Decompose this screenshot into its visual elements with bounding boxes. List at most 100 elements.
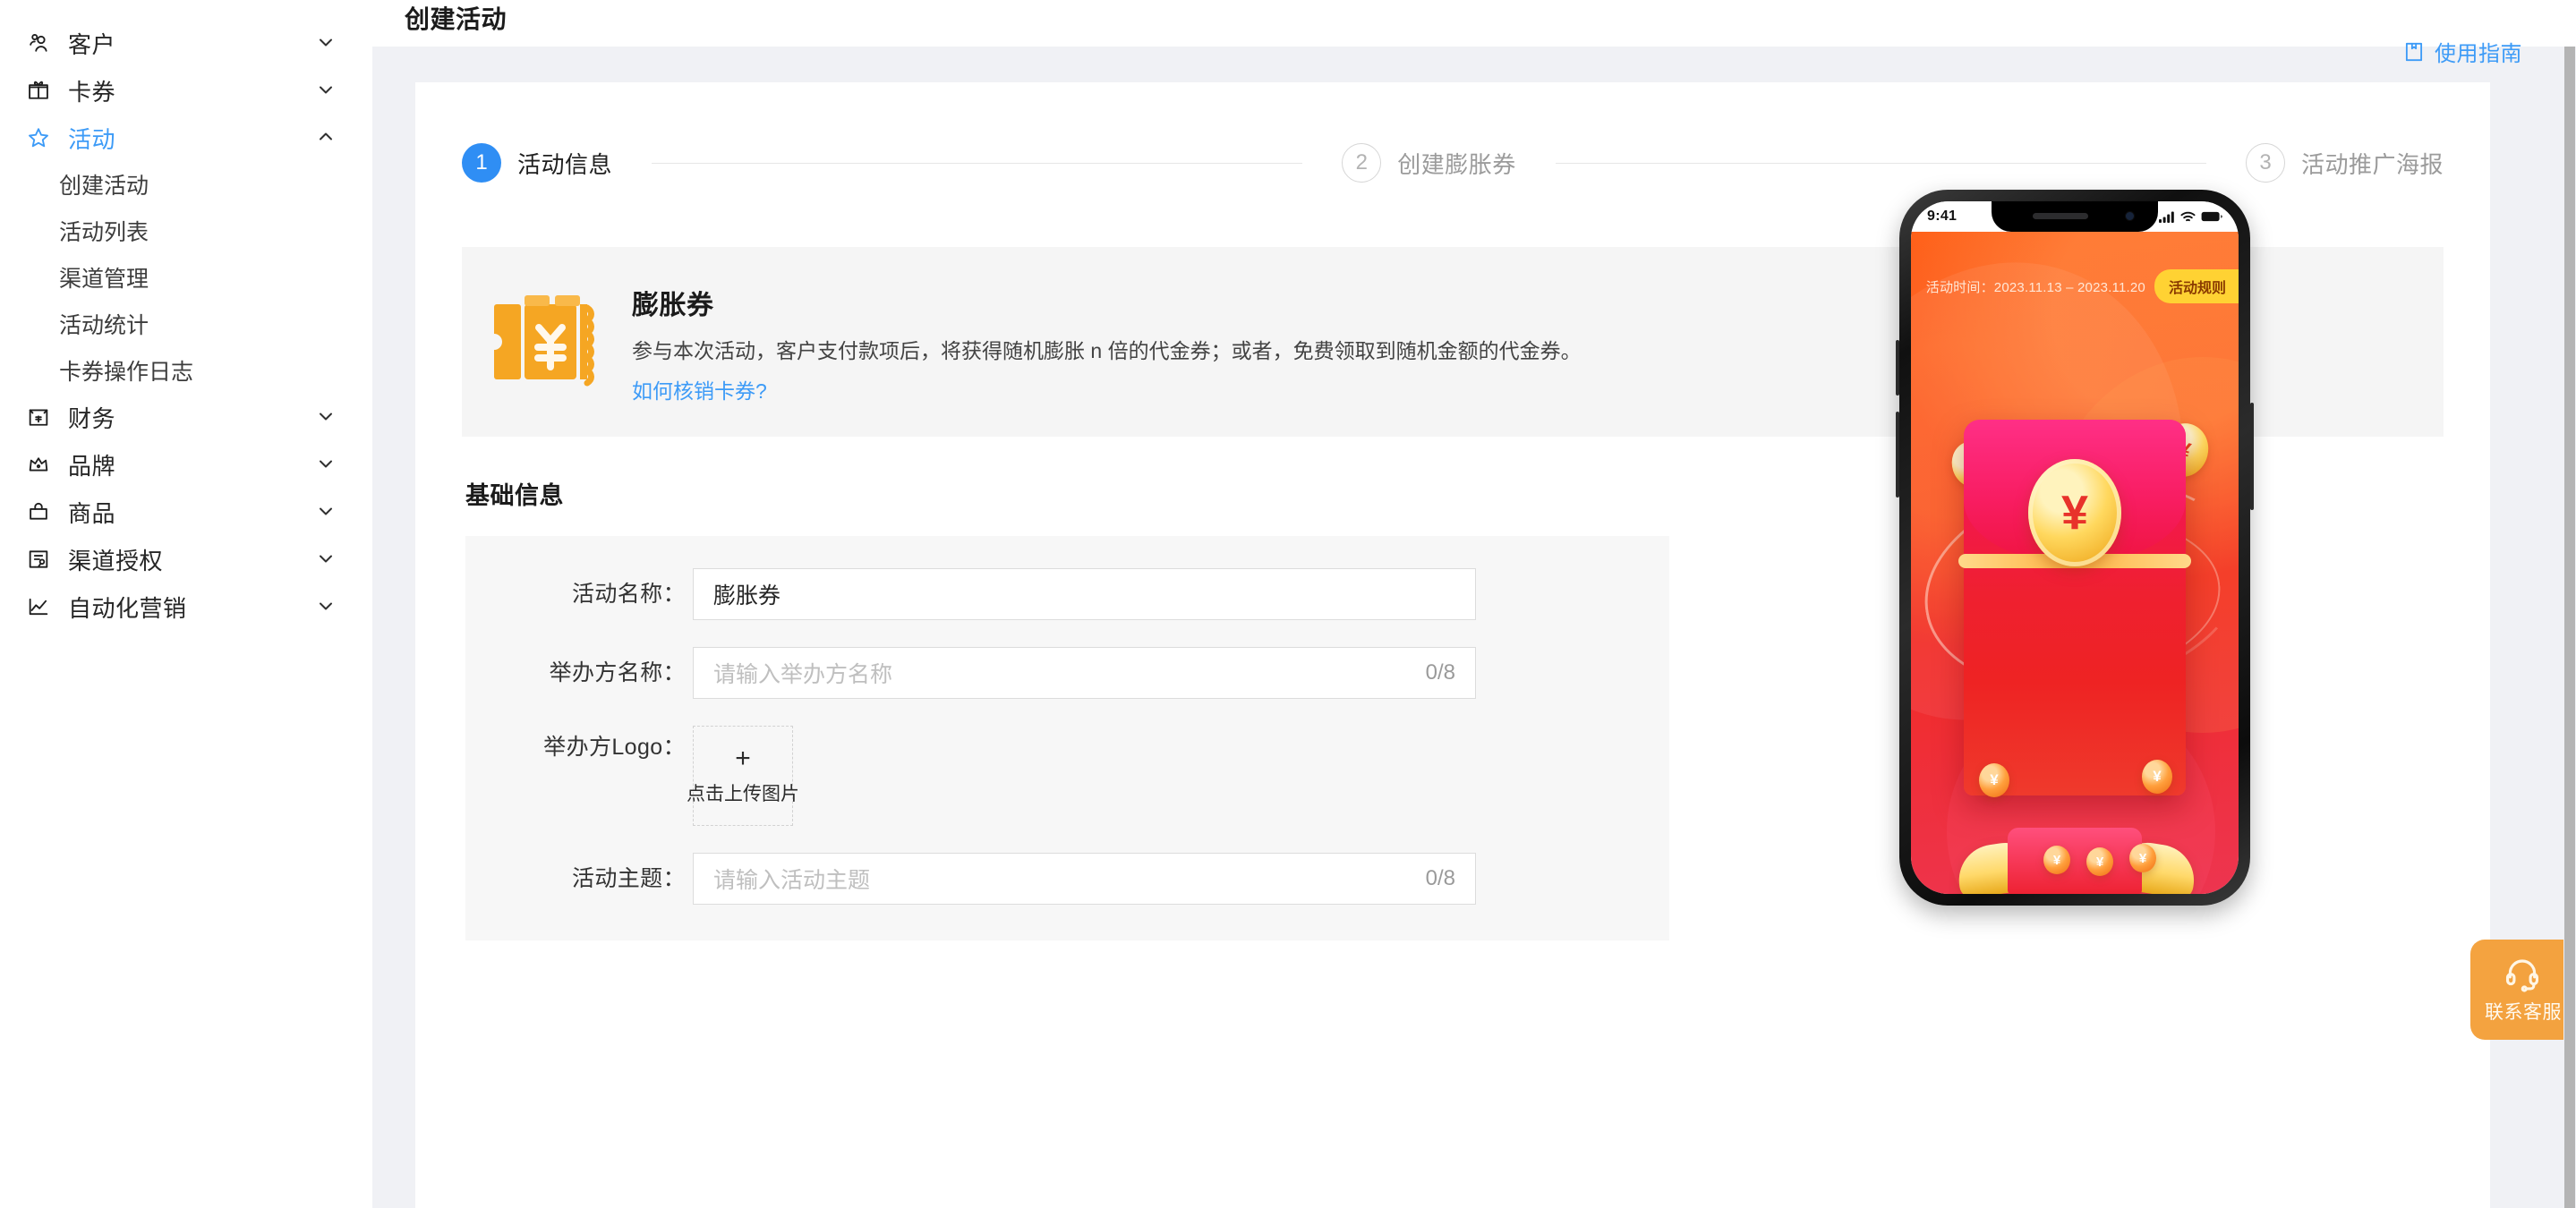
phone-preview: 9:41 活动时间：2023.11.13 – 2023.11.20 活动规则 ¥…	[1896, 190, 2275, 906]
chevron-down-icon[interactable]	[315, 500, 338, 523]
gift-icon	[25, 77, 52, 104]
chevron-down-icon[interactable]	[315, 453, 338, 476]
sidebar-item-coupons[interactable]: 卡券	[0, 67, 372, 114]
chevron-down-icon[interactable]	[315, 548, 338, 571]
coin-icon: ¥	[2129, 844, 2156, 872]
field-label: 活动主题：	[571, 866, 686, 891]
step-number: 2	[1342, 143, 1382, 183]
sidebar-subitem-activity-stats[interactable]: 活动统计	[0, 301, 372, 347]
field-control: 请输入活动主题 0/8	[693, 853, 1476, 905]
step-2-create-coupon[interactable]: 2 创建膨胀券	[1342, 143, 1516, 183]
gift-stack	[2008, 828, 2142, 894]
currency-symbol: ¥	[2060, 486, 2089, 540]
sidebar-item-label: 财务	[68, 404, 116, 432]
how-to-redeem-link[interactable]: 如何核销卡券?	[632, 374, 767, 404]
input-value: 膨胀券	[713, 583, 781, 608]
sidebar-subitem-create-activity[interactable]: 创建活动	[0, 161, 372, 208]
activity-subnav: 创建活动 活动列表 渠道管理 活动统计 卡券操作日志	[0, 161, 372, 394]
sidebar-item-label: 卡券	[68, 78, 116, 106]
phone-frame: 9:41 活动时间：2023.11.13 – 2023.11.20 活动规则 ¥…	[1896, 190, 2254, 906]
sidebar-item-label: 商品	[68, 499, 116, 527]
field-activity-theme: 活动主题： 请输入活动主题 0/8	[465, 853, 1669, 905]
field-control: 膨胀券	[693, 568, 1476, 620]
activity-period-row: 活动时间：2023.11.13 – 2023.11.20 活动规则	[1911, 269, 2239, 303]
usage-guide-link[interactable]: 使用指南	[2402, 36, 2522, 67]
book-icon	[2402, 39, 2426, 64]
step-indicator: 1 活动信息 2 创建膨胀券 3 活动推广海报	[415, 131, 2490, 195]
content-canvas: 1 活动信息 2 创建膨胀券 3 活动推广海报 膨胀券 参与本次活动，客户支付款…	[372, 47, 2576, 1208]
sidebar-item-products[interactable]: 商品	[0, 489, 372, 535]
field-label: 活动名称：	[571, 582, 686, 607]
organizer-name-input[interactable]: 请输入举办方名称 0/8	[693, 647, 1476, 699]
contact-support-button[interactable]: 联系客服	[2470, 940, 2576, 1040]
input-placeholder: 请输入活动主题	[713, 868, 871, 893]
banner-description: 参与本次活动，客户支付款项后，将获得随机膨胀 n 倍的代金券；或者，免费领取到随…	[632, 339, 1582, 362]
status-time: 9:41	[1927, 208, 1958, 224]
campaign-preview-screen: 活动时间：2023.11.13 – 2023.11.20 活动规则 ¥ ¥ ¥ …	[1911, 232, 2239, 894]
usage-guide-label: 使用指南	[2435, 42, 2522, 66]
scrollbar-top-cap	[2563, 0, 2576, 47]
char-counter: 0/8	[1425, 866, 1455, 890]
sidebar-subitem-coupon-logs[interactable]: 卡券操作日志	[0, 347, 372, 394]
contact-support-label: 联系客服	[2485, 1002, 2562, 1023]
step-number: 1	[462, 143, 501, 183]
sidebar-item-automation-marketing[interactable]: 自动化营销	[0, 583, 372, 630]
field-control: + 点击上传图片	[687, 726, 799, 826]
sidebar-subitem-channel-management[interactable]: 渠道管理	[0, 254, 372, 301]
field-organizer-name: 举办方名称： 请输入举办方名称 0/8	[465, 647, 1669, 699]
page-title: 创建活动	[405, 5, 508, 33]
phone-speaker	[2033, 213, 2088, 219]
sidebar-item-label: 活动	[68, 125, 116, 153]
input-placeholder: 请输入举办方名称	[713, 662, 893, 687]
sidebar-subitem-activity-list[interactable]: 活动列表	[0, 208, 372, 254]
step-label: 创建膨胀券	[1397, 150, 1516, 178]
sidebar-item-activity[interactable]: 活动	[0, 115, 372, 161]
logo-upload-button[interactable]: + 点击上传图片	[687, 726, 799, 826]
step-connector	[1555, 162, 2206, 164]
field-activity-name: 活动名称： 膨胀券	[465, 568, 1669, 620]
phone-notch	[1992, 201, 2158, 232]
create-activity-card: 1 活动信息 2 创建膨胀券 3 活动推广海报 膨胀券 参与本次活动，客户支付款…	[415, 82, 2490, 1208]
field-label: 举办方Logo：	[543, 735, 686, 760]
battery-icon	[2201, 211, 2222, 222]
sidebar-item-label: 渠道授权	[68, 547, 164, 574]
chevron-down-icon[interactable]	[315, 31, 338, 55]
activity-theme-input[interactable]: 请输入活动主题 0/8	[693, 853, 1476, 905]
signal-icon	[2159, 211, 2175, 223]
wallet-icon	[25, 404, 52, 430]
step-connector	[652, 162, 1303, 164]
vertical-scrollbar[interactable]	[2563, 47, 2576, 1208]
step-label: 活动推广海报	[2301, 150, 2444, 178]
step-1-activity-info[interactable]: 1 活动信息	[462, 143, 612, 183]
phone-screen: 9:41 活动时间：2023.11.13 – 2023.11.20 活动规则 ¥…	[1911, 201, 2239, 894]
sidebar: 客户 卡券 活动 创建活动 活动列表 渠道管理 活动统计 卡券操作日志 财务 品…	[0, 0, 372, 1208]
coin-icon: ¥	[2142, 760, 2172, 794]
sidebar-item-brand[interactable]: 品牌	[0, 441, 372, 488]
chevron-up-icon[interactable]	[315, 126, 338, 149]
upload-label: 点击上传图片	[687, 784, 799, 804]
field-organizer-logo: 举办方Logo： + 点击上传图片	[465, 726, 1669, 826]
basic-info-form: 活动名称： 膨胀券 举办方名称： 请输入举办方名称 0/8 举办方Logo： +…	[465, 536, 1669, 940]
sidebar-item-label: 自动化营销	[68, 594, 187, 622]
coin-icon: ¥	[2043, 846, 2070, 874]
chevron-down-icon[interactable]	[315, 595, 338, 618]
coin-icon: ¥	[2086, 847, 2113, 876]
chevron-down-icon[interactable]	[315, 405, 338, 429]
activity-name-input[interactable]: 膨胀券	[693, 568, 1476, 620]
sidebar-item-channel-auth[interactable]: 渠道授权	[0, 536, 372, 583]
char-counter: 0/8	[1425, 660, 1455, 685]
main-content: 创建活动 使用指南 1 活动信息 2 创建膨胀券 3 活动推广海报 膨胀券 参与…	[372, 0, 2576, 1208]
topbar: 创建活动	[372, 0, 2576, 47]
step-3-promo-poster[interactable]: 3 活动推广海报	[2246, 143, 2444, 183]
app-root: 客户 卡券 活动 创建活动 活动列表 渠道管理 活动统计 卡券操作日志 财务 品…	[0, 0, 2576, 1208]
chevron-down-icon[interactable]	[315, 79, 338, 102]
coupon-yen-icon	[489, 288, 603, 396]
activity-rules-button[interactable]: 活动规则	[2154, 269, 2239, 303]
bag-icon	[25, 498, 52, 525]
sidebar-item-customers[interactable]: 客户	[0, 20, 372, 66]
coin-icon: ¥	[1979, 763, 2009, 797]
channel-icon	[25, 546, 52, 573]
scrollbar-thumb[interactable]	[2564, 47, 2575, 1208]
chart-line-icon	[25, 593, 52, 620]
sidebar-item-finance[interactable]: 财务	[0, 394, 372, 440]
